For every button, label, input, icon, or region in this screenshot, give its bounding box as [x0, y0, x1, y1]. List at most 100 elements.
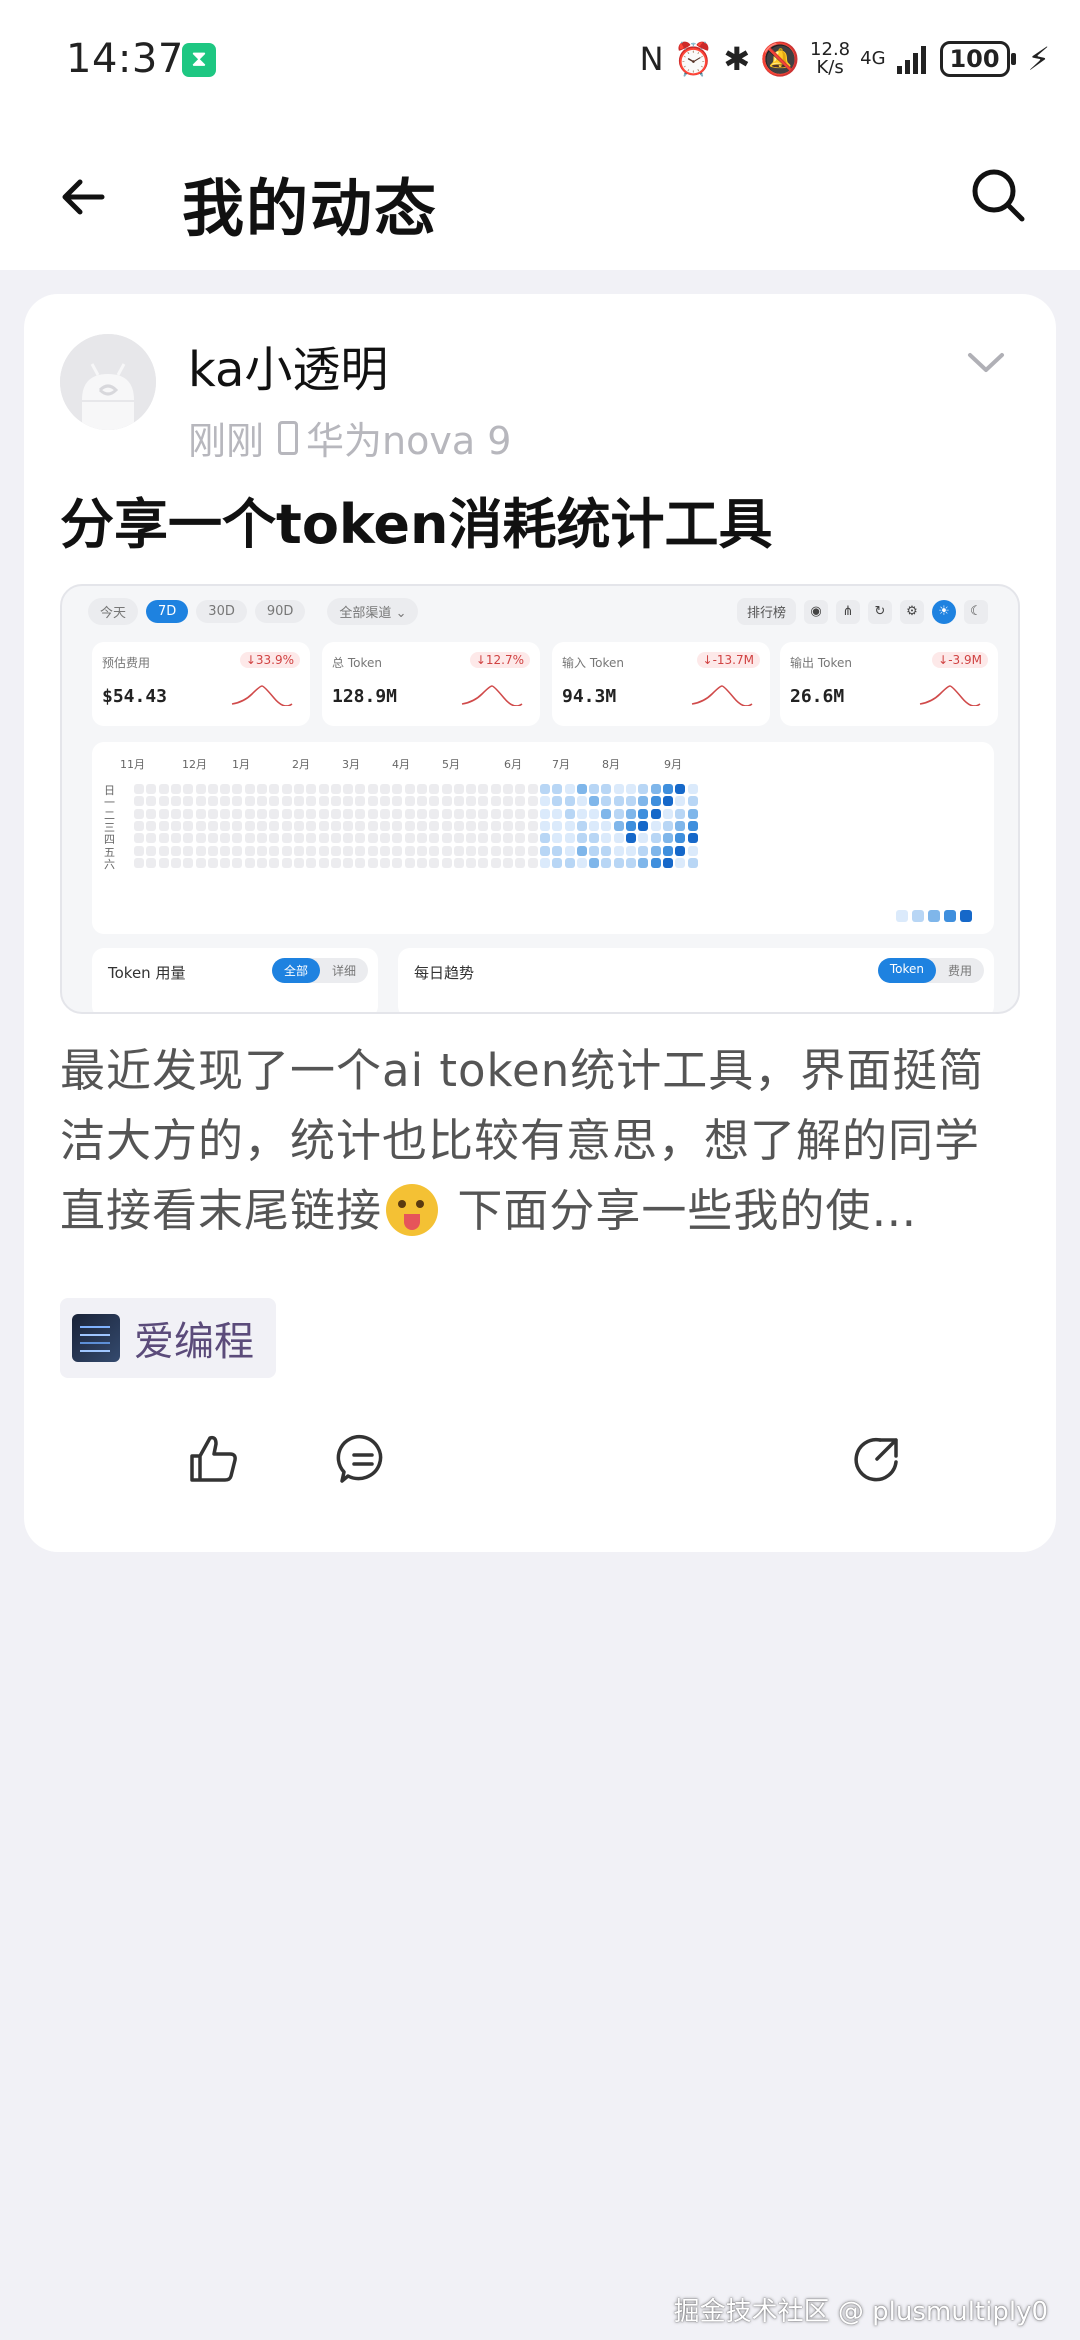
heatmap-cell — [638, 857, 649, 868]
heatmap-cell — [564, 784, 575, 794]
stat-label: 预估费用 — [102, 656, 151, 670]
heatmap-cell — [453, 796, 464, 807]
topic-tag[interactable]: 爱编程 — [60, 1298, 276, 1378]
heatmap-cell — [552, 845, 563, 856]
network-type: 4G — [860, 50, 885, 68]
heatmap-cell — [330, 845, 341, 856]
share-icon[interactable] — [850, 1432, 904, 1486]
heatmap-cell — [650, 784, 661, 794]
heatmap-cell — [478, 833, 489, 844]
author-name[interactable]: ka小透明 — [188, 330, 388, 400]
heatmap-cell — [613, 784, 624, 794]
heatmap-cell — [626, 833, 636, 844]
heatmap-cell — [527, 784, 538, 794]
heatmap-cell — [343, 833, 354, 844]
heatmap-cell — [269, 784, 280, 794]
heatmap-cell — [244, 784, 255, 794]
phone-icon — [278, 420, 299, 455]
heatmap-cell — [675, 833, 686, 844]
heatmap-cell — [257, 845, 267, 856]
heatmap-cell — [146, 820, 157, 831]
heatmap-day-label: 六 — [104, 857, 115, 871]
post-title[interactable]: 分享一个token消耗统计工具 — [60, 480, 772, 559]
search-icon[interactable] — [968, 165, 1028, 225]
heatmap-cell — [527, 833, 538, 844]
chevron-down-icon[interactable] — [966, 350, 1006, 376]
avatar[interactable] — [60, 334, 156, 430]
heatmap-cell — [392, 857, 403, 868]
channel-dropdown: 全部渠道 ⌄ — [327, 598, 419, 625]
heatmap-cell — [232, 808, 243, 819]
heatmap-cell — [404, 784, 415, 794]
heatmap-cell — [367, 833, 378, 844]
heatmap-cell — [183, 845, 194, 856]
tab-30d: 30D — [196, 600, 247, 623]
heatmap-cell — [146, 784, 157, 794]
heatmap-cell — [293, 857, 304, 868]
heatmap-cell — [466, 845, 477, 856]
heatmap-cell — [490, 833, 501, 844]
heatmap-cell — [355, 845, 366, 856]
heatmap-cell — [527, 845, 538, 856]
post-body[interactable]: 最近发现了一个ai token统计工具，界面挺简洁大方的，统计也比较有意思，想了… — [60, 1036, 1020, 1246]
heatmap-cell — [392, 820, 403, 831]
heatmap-cell — [576, 820, 587, 831]
mute-icon: 🔕 — [760, 40, 801, 78]
heatmap-cell — [429, 857, 440, 868]
post-card[interactable]: ka小透明 刚刚 华为nova 9 分享一个token消耗统计工具 今天 7D … — [24, 294, 1056, 1552]
heatmap-cell — [687, 796, 698, 807]
heatmap-cell — [207, 796, 218, 807]
heatmap-cell — [269, 796, 280, 807]
tab-90d: 90D — [254, 600, 306, 623]
range-tabs: 今天 7D 30D 90D 全部渠道 ⌄ — [88, 598, 419, 625]
heatmap-cell — [404, 808, 415, 819]
heatmap-cell — [269, 833, 280, 844]
heatmap-cell — [503, 845, 513, 856]
stat-card: 输入 Token ↓-13.7M 94.3M — [552, 642, 770, 726]
heatmap-cell — [490, 796, 501, 807]
leaderboard-button: 排行榜 — [736, 598, 796, 625]
heatmap-cell — [207, 857, 218, 868]
heatmap-cell — [626, 796, 636, 807]
nfc-icon: N — [639, 40, 664, 78]
heatmap-cell — [220, 784, 231, 794]
post-image[interactable]: 今天 7D 30D 90D 全部渠道 ⌄ 排行榜 ◉ ⋔ ↻ ⚙ ☀ ☾ 预估费… — [60, 584, 1020, 1014]
heatmap-cell — [330, 796, 341, 807]
heatmap-cell — [183, 808, 194, 819]
heatmap-legend-swatch — [960, 910, 972, 922]
heatmap-cell — [539, 796, 550, 807]
code-thumbnail-icon — [72, 1314, 120, 1362]
heatmap-cell — [466, 808, 477, 819]
heatmap-cell — [466, 784, 477, 794]
heatmap-month-label: 11月 — [120, 758, 145, 771]
heatmap-cell — [552, 820, 563, 831]
heatmap-cell — [675, 784, 686, 794]
heatmap-cell — [170, 845, 181, 856]
heatmap-cell — [626, 845, 636, 856]
heatmap-cell — [662, 820, 673, 831]
heatmap-cell — [453, 833, 464, 844]
heatmap-month-label: 8月 — [602, 758, 620, 771]
heatmap-cell — [195, 820, 206, 831]
stat-delta: ↓-3.9M — [932, 652, 988, 668]
heatmap-cell — [404, 833, 415, 844]
comment-icon[interactable] — [336, 1432, 390, 1486]
like-icon[interactable] — [186, 1432, 240, 1486]
post-time: 刚刚 — [188, 419, 265, 463]
heatmap-cell — [343, 796, 354, 807]
segment-all: 全部 — [271, 958, 320, 983]
heatmap-cell — [244, 796, 255, 807]
panel-title: Token 用量 — [108, 964, 186, 982]
heatmap-cell — [613, 833, 624, 844]
heatmap-cell — [515, 857, 526, 868]
heatmap-cell — [539, 820, 550, 831]
heatmap-cell — [453, 820, 464, 831]
heatmap-cell — [330, 833, 341, 844]
heatmap-cell — [576, 784, 587, 794]
heatmap-cell — [687, 784, 698, 794]
heatmap-cell — [576, 833, 587, 844]
heatmap-cell — [281, 808, 292, 819]
heatmap-cell — [466, 857, 477, 868]
heatmap-cell — [269, 820, 280, 831]
back-arrow-icon[interactable] — [56, 170, 110, 224]
